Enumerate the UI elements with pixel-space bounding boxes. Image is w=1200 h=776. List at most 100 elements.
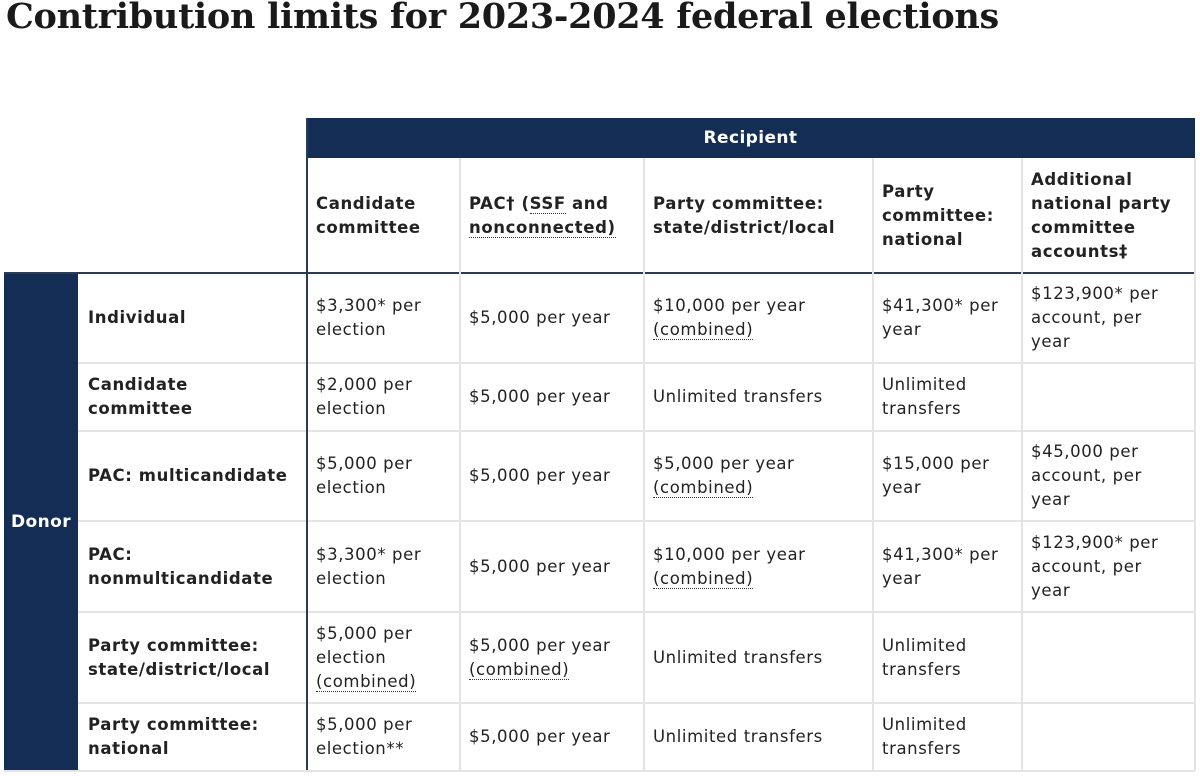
table-cell: $5,000 per election** <box>306 703 459 770</box>
cell-value: $2,000 per election <box>316 375 413 418</box>
row-divider <box>78 362 1195 364</box>
column-divider <box>1021 158 1023 770</box>
column-divider <box>872 158 874 770</box>
cell-value: $123,900* per account, per year <box>1031 284 1159 351</box>
row-header-party-national: Party committee: national <box>78 703 306 770</box>
table-cell: $10,000 per year (combined) <box>643 273 872 363</box>
cell-value: $123,900* per account, per year <box>1031 532 1159 600</box>
table-cell: $123,900* per account, per year <box>1021 273 1195 363</box>
combined-term[interactable]: (combined) <box>316 671 417 692</box>
column-header-party-state: Party committee: state/district/local <box>643 158 872 273</box>
header-divider <box>4 272 1195 274</box>
table-cell: $45,000 per account, per year <box>1021 431 1195 521</box>
table-cell: Unlimited transfers <box>872 703 1021 770</box>
table-cell: $123,900* per account, per year <box>1021 521 1195 612</box>
cell-value: Unlimited transfers <box>882 635 967 679</box>
table-bottom-border <box>4 770 1195 772</box>
cell-value: $5,000 per year <box>469 466 611 485</box>
cell-value: $10,000 per year (combined) <box>653 294 806 342</box>
table-cell: $41,300* per year <box>872 521 1021 612</box>
cell-value: $5,000 per year (combined) <box>469 634 610 682</box>
cell-value: $5,000 per election <box>316 454 413 497</box>
table-cell: $5,000 per year <box>459 703 643 770</box>
cell-value: $5,000 per year <box>469 308 611 327</box>
table-cell: Unlimited transfers <box>643 612 872 703</box>
row-header-pac-nonmulticandidate: PAC: nonmulticandidate <box>78 521 306 612</box>
row-divider <box>78 520 1195 522</box>
cell-value: $45,000 per account, per year <box>1031 442 1142 509</box>
column-header-label: Additional national party committee acco… <box>1031 169 1172 261</box>
table-cell: $5,000 per election <box>306 431 459 521</box>
nonconnected-term[interactable]: nonconnected) <box>469 217 616 238</box>
column-divider <box>459 158 461 770</box>
row-header-party-state: Party committee: state/district/local <box>78 612 306 703</box>
row-header-individual: Individual <box>78 273 306 363</box>
table-cell: $10,000 per year (combined) <box>643 521 872 612</box>
cell-value: $41,300* per year <box>882 544 999 588</box>
column-header-label: Party committee: state/district/local <box>653 193 836 237</box>
combined-term[interactable]: (combined) <box>653 320 754 340</box>
table-right-border <box>1194 158 1196 770</box>
column-header-label: Party committee: national <box>882 181 994 249</box>
cell-value: Unlimited transfers <box>653 726 823 746</box>
row-header-pac-multicandidate: PAC: multicandidate <box>78 431 306 521</box>
column-header-candidate-committee: Candidate committee <box>306 158 459 273</box>
table-cell: $3,300* per election <box>306 521 459 612</box>
cell-text: $5,000 per year <box>469 635 611 655</box>
row-header-candidate-committee: Candidate committee <box>78 363 306 431</box>
pac-label-mid: and <box>565 193 609 213</box>
table-cell: Unlimited transfers <box>643 363 872 431</box>
table-cell: $2,000 per election <box>306 363 459 431</box>
cell-value: $5,000 per election (combined) <box>316 622 449 694</box>
cell-value: $5,000 per election** <box>316 714 413 758</box>
combined-term[interactable]: (combined) <box>653 478 754 498</box>
cell-value: $5,000 per year <box>469 726 611 746</box>
recipient-header: Recipient <box>306 118 1195 158</box>
table-cell: Unlimited transfers <box>643 703 872 770</box>
table-cell: $5,000 per year (combined) <box>643 431 872 521</box>
cell-text: $10,000 per year <box>653 296 806 315</box>
table-cell-empty <box>1021 703 1195 770</box>
cell-value: Unlimited transfers <box>653 647 823 667</box>
table-cell: $5,000 per year <box>459 431 643 521</box>
table-cell: Unlimited transfers <box>872 612 1021 703</box>
table-cell: $5,000 per year <box>459 273 643 363</box>
row-header-label: Individual <box>88 308 187 327</box>
combined-term[interactable]: (combined) <box>469 659 570 680</box>
cell-value: $3,300* per election <box>316 296 422 339</box>
cell-value: Unlimited transfers <box>882 714 967 758</box>
row-header-divider <box>306 118 308 770</box>
cell-text: $5,000 per election <box>316 623 413 667</box>
row-divider <box>78 611 1195 613</box>
combined-term[interactable]: (combined) <box>653 568 754 589</box>
row-header-label: Party committee: national <box>88 714 259 758</box>
column-header-label: PAC† (SSF and nonconnected) <box>469 192 616 240</box>
row-divider <box>78 702 1195 704</box>
cell-value: $15,000 per year <box>882 454 990 497</box>
cell-value: Unlimited transfers <box>653 387 823 406</box>
table-cell: $3,300* per election <box>306 273 459 363</box>
cell-text: $10,000 per year <box>653 544 806 564</box>
ssf-abbreviation[interactable]: SSF <box>529 193 566 214</box>
row-header-label: Candidate committee <box>88 375 193 418</box>
cell-text: $5,000 per year <box>653 454 795 473</box>
table-cell-empty <box>1021 363 1195 431</box>
column-header-pac: PAC† (SSF and nonconnected) <box>459 158 643 273</box>
table-cell: $41,300* per year <box>872 273 1021 363</box>
table-cell: $5,000 per year <box>459 363 643 431</box>
column-header-additional-accounts: Additional national party committee acco… <box>1021 158 1195 273</box>
column-header-party-national: Party committee: national <box>872 158 1021 273</box>
row-divider <box>78 430 1195 432</box>
table-cell: $15,000 per year <box>872 431 1021 521</box>
table-cell: $5,000 per year <box>459 521 643 612</box>
column-header-label: Candidate committee <box>316 193 421 237</box>
row-header-label: PAC: multicandidate <box>88 466 288 485</box>
page-title: Contribution limits for 2023-2024 federa… <box>6 0 999 37</box>
column-divider <box>643 158 645 770</box>
cell-value: $5,000 per year <box>469 387 611 406</box>
donor-header: Donor <box>4 273 78 770</box>
pac-label-prefix: PAC† ( <box>469 193 530 213</box>
row-header-label: Party committee: state/district/local <box>88 635 271 679</box>
cell-value: $3,300* per election <box>316 544 422 588</box>
table-cell: $5,000 per year (combined) <box>459 612 643 703</box>
